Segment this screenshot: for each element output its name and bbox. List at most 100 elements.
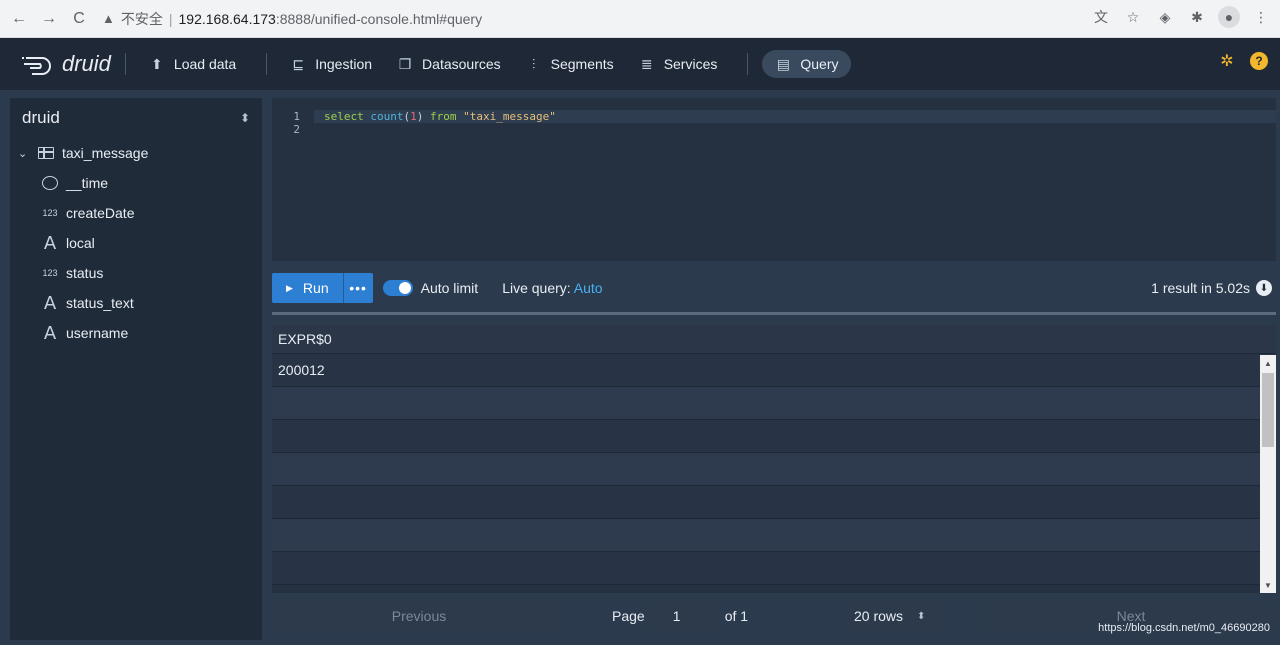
sql-number: 1: [410, 110, 417, 123]
tree-column-item[interactable]: 123 status: [18, 258, 262, 288]
url-host: 192.168.64.173: [178, 10, 276, 27]
nav-load-data[interactable]: ⬆ Load data: [140, 50, 244, 78]
column-name: status_text: [66, 295, 134, 311]
tree-table-item[interactable]: ⌄ taxi_message: [18, 138, 262, 168]
tree-column-item[interactable]: __time: [18, 168, 262, 198]
nav-segments[interactable]: ⫶ Segments: [517, 50, 622, 78]
result-summary-text: 1 result in 5.02s: [1151, 280, 1250, 296]
scroll-up-icon[interactable]: ▲: [1260, 355, 1276, 371]
table-row: [272, 420, 1276, 453]
nav-query-label: Query: [800, 56, 839, 72]
url-path: :8888/unified-console.html#query: [275, 10, 483, 27]
page-of-label: of 1: [724, 608, 749, 624]
nav-services[interactable]: ≣ Services: [630, 50, 726, 78]
string-type-icon: A: [43, 322, 57, 344]
string-type-icon: A: [43, 232, 57, 254]
download-icon[interactable]: ⬇: [1256, 280, 1272, 296]
sql-editor[interactable]: 1 2 select count(1) from "taxi_message": [272, 98, 1276, 261]
clock-icon: [42, 176, 58, 190]
nav-load-data-label: Load data: [173, 56, 237, 72]
page-label: Page: [612, 608, 645, 624]
sql-string: "taxi_message": [463, 110, 556, 123]
chevron-down-icon: ⌄: [18, 147, 28, 160]
browser-menu-icon[interactable]: ⋮: [1250, 6, 1272, 28]
number-type-icon: 123: [42, 208, 58, 218]
translate-icon[interactable]: 文: [1090, 6, 1112, 28]
column-name: status: [66, 265, 104, 281]
tree-column-item[interactable]: A local: [18, 228, 262, 258]
result-summary: 1 result in 5.02s ⬇: [1151, 280, 1272, 296]
bookmark-star-icon[interactable]: ☆: [1122, 6, 1144, 28]
tree-column-item[interactable]: A username: [18, 318, 262, 348]
sql-function: count: [370, 110, 404, 123]
schema-tree: ⌄ taxi_message __time 123 createDate A l…: [10, 138, 262, 348]
sql-keyword: from: [430, 110, 457, 123]
table-row: 200012: [272, 354, 1276, 387]
page-input[interactable]: 1: [650, 601, 719, 631]
auto-limit-toggle[interactable]: [382, 280, 413, 296]
services-icon: ≣: [640, 55, 653, 72]
extension-cube-icon[interactable]: ◈: [1154, 6, 1176, 28]
pagination: Previous Page 1 of 1 20 rows ⬍ Next http…: [272, 598, 1276, 636]
header-divider: [747, 53, 749, 75]
ingestion-icon: ⊑: [292, 55, 305, 72]
run-button[interactable]: ▶ Run: [272, 273, 343, 303]
profile-avatar-icon[interactable]: ●: [1218, 6, 1240, 28]
scrollbar-thumb[interactable]: [1262, 373, 1274, 447]
segments-icon: ⫶: [531, 55, 536, 72]
schema-panel: druid ⬍ ⌄ taxi_message __time 123 create…: [10, 98, 262, 640]
column-header[interactable]: EXPR$0: [278, 331, 332, 347]
table-row: [272, 387, 1276, 420]
extensions-puzzle-icon[interactable]: ✱: [1186, 6, 1208, 28]
nav-query[interactable]: ▤ Query: [762, 50, 851, 78]
results-table: EXPR$0 200012 ▲ ▼: [272, 325, 1276, 593]
brand-name: druid: [62, 51, 111, 76]
nav-datasources-label: Datasources: [422, 56, 501, 72]
sql-keyword: select: [324, 110, 364, 123]
tree-column-item[interactable]: A status_text: [18, 288, 262, 318]
line-number: 2: [293, 123, 300, 136]
table-icon: [38, 147, 54, 159]
string-type-icon: A: [43, 292, 57, 314]
scroll-down-icon[interactable]: ▼: [1260, 577, 1276, 593]
table-header[interactable]: EXPR$0: [272, 325, 1276, 354]
druid-logo[interactable]: druid: [22, 51, 111, 77]
address-separator: |: [168, 10, 173, 27]
header-divider: [124, 53, 126, 75]
run-bar: ▶ Run ••• Auto limit Live query: Auto 1 …: [272, 271, 1276, 305]
settings-gear-icon[interactable]: ✲: [1218, 52, 1236, 70]
previous-button[interactable]: Previous: [276, 601, 562, 631]
table-cell: 200012: [278, 362, 325, 378]
reload-icon[interactable]: C: [66, 6, 92, 32]
page-indicator: Page 1 of 1: [612, 601, 748, 631]
address-bar[interactable]: ▲ 不安全 | 192.168.64.173 :8888/unified-con…: [102, 5, 482, 33]
rows-per-page-value: 20 rows: [854, 608, 904, 624]
live-query-label: Live query:: [502, 280, 571, 296]
query-icon: ▤: [776, 55, 790, 72]
sql-paren: ): [416, 110, 424, 123]
more-options-button[interactable]: •••: [342, 273, 373, 303]
editor-results-splitter[interactable]: [272, 312, 1276, 315]
browser-toolbar: ← → C ▲ 不安全 | 192.168.64.173 :8888/unifi…: [0, 0, 1280, 38]
results-scrollbar[interactable]: ▲ ▼: [1260, 355, 1276, 593]
watermark: https://blog.csdn.net/m0_46690280: [1098, 622, 1270, 634]
schema-select[interactable]: druid ⬍: [10, 98, 262, 138]
select-caret-icon: ⬍: [239, 111, 250, 125]
live-query-control[interactable]: Live query: Auto: [502, 280, 602, 296]
app-header: druid ⬆ Load data ⊑ Ingestion ❐ Datasour…: [0, 38, 1280, 90]
rows-per-page-select[interactable]: 20 rows ⬍: [846, 601, 940, 631]
sql-code[interactable]: select count(1) from "taxi_message": [324, 110, 556, 123]
column-name: __time: [66, 175, 109, 191]
back-icon[interactable]: ←: [6, 6, 32, 32]
run-label: Run: [302, 280, 329, 296]
datasources-icon: ❐: [398, 55, 412, 72]
number-type-icon: 123: [42, 268, 58, 278]
nav-ingestion[interactable]: ⊑ Ingestion: [281, 50, 380, 78]
warning-icon: ▲: [102, 11, 115, 26]
tree-column-item[interactable]: 123 createDate: [18, 198, 262, 228]
help-icon[interactable]: ?: [1250, 52, 1268, 70]
table-row: [272, 519, 1276, 552]
nav-datasources[interactable]: ❐ Datasources: [388, 50, 509, 78]
forward-icon[interactable]: →: [36, 6, 62, 32]
upload-icon: ⬆: [151, 55, 163, 72]
